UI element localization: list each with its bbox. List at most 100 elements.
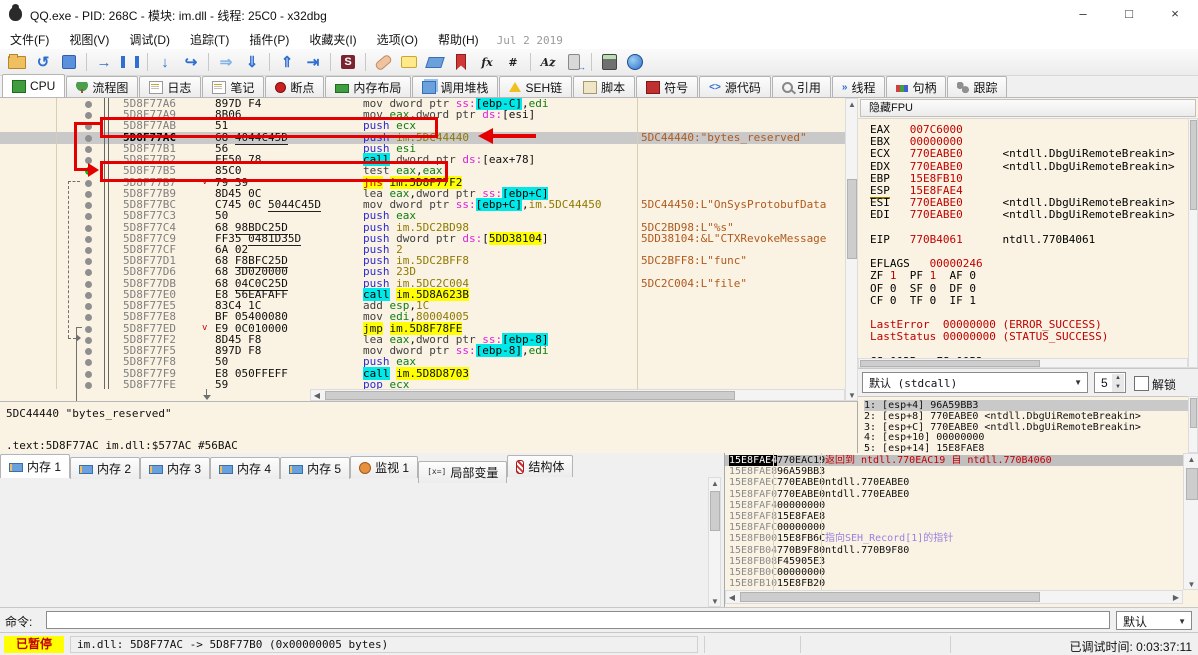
- call-arg-row[interactable]: 2: [esp+8] 770EABE0 <ntdll.DbgUiRemoteBr…: [864, 411, 1188, 422]
- row-dot[interactable]: [85, 179, 92, 187]
- hide-fpu-button[interactable]: 隐藏FPU: [860, 99, 1196, 117]
- toolbar-pause-icon[interactable]: [118, 51, 142, 73]
- register-line[interactable]: LastStatus 00000000 (STATUS_SUCCESS): [870, 331, 1108, 343]
- stack-row[interactable]: 15E8FB04 770B9F80 ntdll.770B9F80: [725, 545, 1183, 556]
- stack-row[interactable]: 15E8FB10 15E8FB20: [725, 578, 1183, 589]
- menu-item-t[interactable]: 追踪(T): [180, 28, 239, 51]
- dump-tab-局部变量[interactable]: [x=] 局部变量: [418, 460, 508, 483]
- toolbar-stop-icon[interactable]: [57, 51, 81, 73]
- command-input[interactable]: [46, 611, 1110, 629]
- row-dot[interactable]: [85, 112, 92, 120]
- tab-笔记[interactable]: 笔记: [202, 76, 265, 97]
- tab-SEH链[interactable]: SEH链: [499, 76, 573, 97]
- row-dot[interactable]: [85, 269, 92, 277]
- stack-vscrollbar[interactable]: ▲ ▼: [1183, 453, 1198, 590]
- register-line[interactable]: LastError 00000000 (ERROR_SUCCESS): [870, 319, 1102, 331]
- register-line[interactable]: OF 0 SF 0 DF 0: [870, 282, 976, 295]
- register-line[interactable]: EIP 770B4061 ntdll.770B4061: [870, 233, 1095, 246]
- stack-row[interactable]: 15E8FAEC 770EABE0 ntdll.770EABE0: [725, 477, 1183, 488]
- row-dot[interactable]: [85, 145, 92, 153]
- register-line[interactable]: EBP 15E8FB10: [870, 172, 963, 185]
- menu-item-v[interactable]: 视图(V): [59, 28, 119, 51]
- tab-句柄[interactable]: 句柄: [886, 76, 947, 97]
- row-dot[interactable]: [85, 336, 92, 344]
- call-arg-row[interactable]: 1: [esp+4] 96A59BB3: [864, 400, 1188, 411]
- stack-hscrollbar[interactable]: ◀ ▶: [725, 590, 1183, 604]
- toolbar-patch-icon[interactable]: [371, 51, 395, 73]
- disasm-row[interactable]: 5D8F77FE 59 pop ecx: [0, 378, 845, 389]
- stack-row[interactable]: 15E8FAF8 15E8FAE8: [725, 511, 1183, 522]
- dump-vscrollbar[interactable]: ▲ ▼: [708, 477, 721, 607]
- toolbar-open-file-icon[interactable]: [5, 51, 29, 73]
- tab-线程[interactable]: » 线程: [831, 76, 886, 97]
- stack-row[interactable]: 15E8FAF0 770EABE0 ntdll.770EABE0: [725, 489, 1183, 500]
- menu-item-i[interactable]: 收藏夹(I): [299, 28, 366, 51]
- disasm-vscrollbar[interactable]: ▲ ▼: [845, 98, 858, 401]
- tab-脚本[interactable]: 脚本: [573, 76, 636, 97]
- row-dot[interactable]: [85, 224, 92, 232]
- dump-tab-内存 1[interactable]: 内存 1: [0, 453, 71, 478]
- args-vscrollbar[interactable]: [1188, 396, 1198, 453]
- registers-hscrollbar[interactable]: [858, 358, 1188, 368]
- call-arguments-list[interactable]: 1: [esp+4] 96A59BB3 2: [esp+8] 770EABE0 <…: [858, 396, 1198, 454]
- register-line[interactable]: ZF 1 PF 1 AF 0: [870, 270, 976, 282]
- row-dot[interactable]: [85, 101, 92, 108]
- menu-item-f[interactable]: 文件(F): [0, 28, 59, 51]
- row-dot[interactable]: [85, 213, 92, 221]
- dump-tab-结构体[interactable]: 结构体: [507, 455, 574, 477]
- arg-count-stepper[interactable]: 5 ▲ ▼: [1094, 372, 1126, 393]
- tab-调用堆栈[interactable]: 调用堆栈: [412, 76, 499, 97]
- toolbar-preferences-globe-icon[interactable]: [623, 51, 647, 73]
- stack-row[interactable]: 15E8FB0C 00000000: [725, 567, 1183, 578]
- call-arg-row[interactable]: 4: [esp+10] 00000000: [864, 432, 1188, 443]
- tab-断点[interactable]: 断点: [265, 76, 325, 97]
- registers-list[interactable]: EAX 007C6000 EBX 00000000 ECX 770EABE0 <nt…: [858, 118, 1198, 369]
- tab-内存布局[interactable]: 内存布局: [325, 76, 412, 97]
- toolbar-restart-icon[interactable]: ↺: [31, 51, 55, 73]
- row-dot[interactable]: [85, 359, 92, 367]
- row-dot[interactable]: [85, 381, 92, 389]
- row-dot[interactable]: [85, 258, 92, 266]
- row-dot[interactable]: [85, 325, 92, 333]
- toolbar-bookmark-icon[interactable]: [449, 51, 473, 73]
- call-arg-row[interactable]: 3: [esp+C] 770EABE0 <ntdll.DbgUiRemoteBr…: [864, 422, 1188, 433]
- dump-tab-内存 4[interactable]: 内存 4: [210, 456, 281, 479]
- row-dot[interactable]: [85, 370, 92, 378]
- toolbar-run-trace-icon[interactable]: ⇒: [214, 51, 238, 73]
- dump-tab-内存 2[interactable]: 内存 2: [70, 456, 141, 479]
- toolbar-step-into-icon[interactable]: ↓: [153, 51, 177, 73]
- menu-item-h[interactable]: 帮助(H): [428, 28, 489, 51]
- register-line[interactable]: EBX 00000000: [870, 136, 963, 148]
- row-dot[interactable]: [85, 348, 92, 356]
- close-button[interactable]: ×: [1152, 0, 1198, 28]
- toolbar-scylla-icon[interactable]: S: [336, 51, 360, 73]
- disasm-hscrollbar[interactable]: ◀: [310, 389, 845, 401]
- tab-CPU[interactable]: CPU: [2, 74, 66, 97]
- stack-row[interactable]: 15E8FB00 15E8FB6C 指向SEH_Record[1]的指针: [725, 533, 1183, 544]
- row-dot[interactable]: [85, 134, 92, 142]
- toolbar-step-out-icon[interactable]: ⇓: [240, 51, 264, 73]
- toolbar-step-over-icon[interactable]: ↪: [179, 51, 203, 73]
- stack-row[interactable]: 15E8FAFC 00000000: [725, 522, 1183, 533]
- calling-convention-combo[interactable]: 默认 (stdcall) ▼: [862, 372, 1088, 393]
- stack-row[interactable]: 15E8FAF4 00000000: [725, 500, 1183, 511]
- dump-tab-内存 3[interactable]: 内存 3: [140, 456, 211, 479]
- register-line[interactable]: CF 0 TF 0 IF 1: [870, 294, 976, 307]
- toolbar-label-icon[interactable]: [423, 51, 447, 73]
- toolbar-run-to-user-code-icon[interactable]: ⇥: [301, 51, 325, 73]
- toolbar-run-icon[interactable]: →: [92, 51, 116, 73]
- row-dot[interactable]: [85, 202, 92, 210]
- toolbar-strings-icon[interactable]: Az: [536, 51, 560, 73]
- dump-tab-监视 1[interactable]: 监视 1: [350, 456, 419, 478]
- toolbar-calculator-icon[interactable]: [597, 51, 621, 73]
- row-dot[interactable]: [85, 303, 92, 311]
- stack-row[interactable]: 15E8FB08 F45905E3: [725, 556, 1183, 567]
- toolbar-function-icon[interactable]: fx: [475, 51, 499, 73]
- stack-row[interactable]: 15E8FAE8 96A59BB3: [725, 466, 1183, 477]
- tab-日志[interactable]: 日志: [139, 76, 202, 97]
- register-line[interactable]: EDI 770EABE0 <ntdll.DbgUiRemoteBreakin>: [870, 209, 1175, 221]
- stepper-arrows-icon[interactable]: ▲ ▼: [1112, 374, 1124, 392]
- register-line[interactable]: ESP 15E8FAE4: [870, 184, 963, 199]
- menu-item-o[interactable]: 选项(O): [367, 28, 428, 51]
- command-profile-combo[interactable]: 默认 ▼: [1116, 611, 1192, 630]
